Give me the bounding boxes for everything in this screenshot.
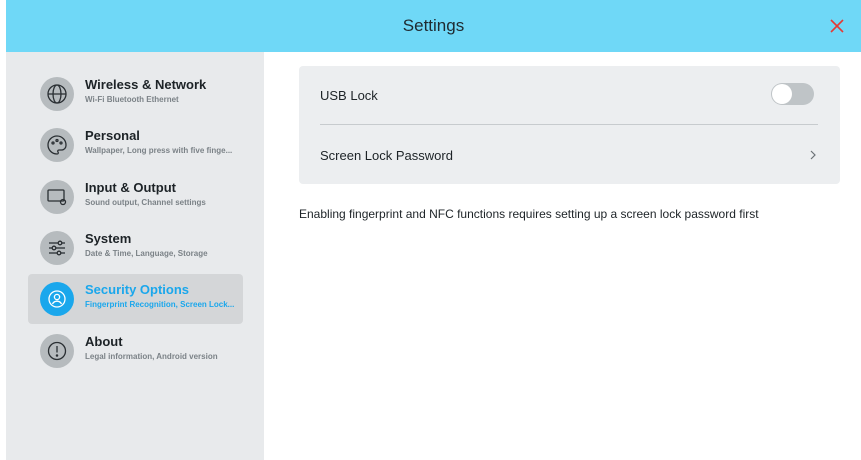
title-bar: Settings [6, 0, 861, 52]
sidebar: Wireless & Network Wi-Fi Bluetooth Ether… [6, 52, 264, 460]
sidebar-item-subtitle: Sound output, Channel settings [85, 198, 206, 207]
toggle-knob [772, 84, 792, 104]
monitor-settings-icon [47, 189, 67, 206]
sidebar-item-title: Security Options [85, 282, 190, 297]
sidebar-item-input-output[interactable]: Input & Output Sound output, Channel set… [28, 172, 243, 222]
sidebar-item-wireless-network[interactable]: Wireless & Network Wi-Fi Bluetooth Ether… [28, 69, 243, 119]
info-text: Enabling fingerprint and NFC functions r… [299, 207, 759, 221]
globe-icon [47, 84, 67, 104]
sidebar-item-title: Wireless & Network [85, 77, 207, 92]
sidebar-item-about[interactable]: About Legal information, Android version [28, 326, 243, 376]
sidebar-item-subtitle: Fingerprint Recognition, Screen Lock... [85, 300, 235, 309]
security-settings-card: USB Lock Screen Lock Password [299, 66, 840, 184]
sidebar-item-subtitle: Date & Time, Language, Storage [85, 249, 208, 258]
sidebar-item-subtitle: Wi-Fi Bluetooth Ethernet [85, 95, 179, 104]
sidebar-item-security-options[interactable]: Security Options Fingerprint Recognition… [28, 274, 243, 324]
page-title: Settings [402, 16, 465, 35]
chevron-right-icon [810, 150, 816, 160]
divider [320, 124, 818, 125]
user-shield-icon [48, 290, 66, 308]
usb-lock-toggle[interactable] [771, 83, 814, 105]
sliders-icon [49, 240, 65, 256]
sidebar-item-subtitle: Legal information, Android version [85, 352, 218, 361]
palette-icon [47, 135, 67, 155]
sidebar-item-system[interactable]: System Date & Time, Language, Storage [28, 223, 243, 273]
close-icon [830, 19, 844, 33]
usb-lock-row: USB Lock [320, 66, 818, 124]
screen-lock-password-label: Screen Lock Password [320, 147, 453, 163]
sidebar-item-title: Input & Output [85, 180, 176, 195]
sidebar-item-title: Personal [85, 128, 140, 143]
info-icon [47, 341, 67, 361]
close-button[interactable] [827, 16, 847, 36]
sidebar-item-subtitle: Wallpaper, Long press with five finge... [85, 146, 233, 155]
sidebar-item-personal[interactable]: Personal Wallpaper, Long press with five… [28, 120, 243, 170]
usb-lock-label: USB Lock [320, 87, 378, 103]
screen-lock-password-row[interactable]: Screen Lock Password [320, 126, 818, 184]
sidebar-item-title: About [85, 334, 123, 349]
sidebar-item-title: System [85, 231, 132, 246]
